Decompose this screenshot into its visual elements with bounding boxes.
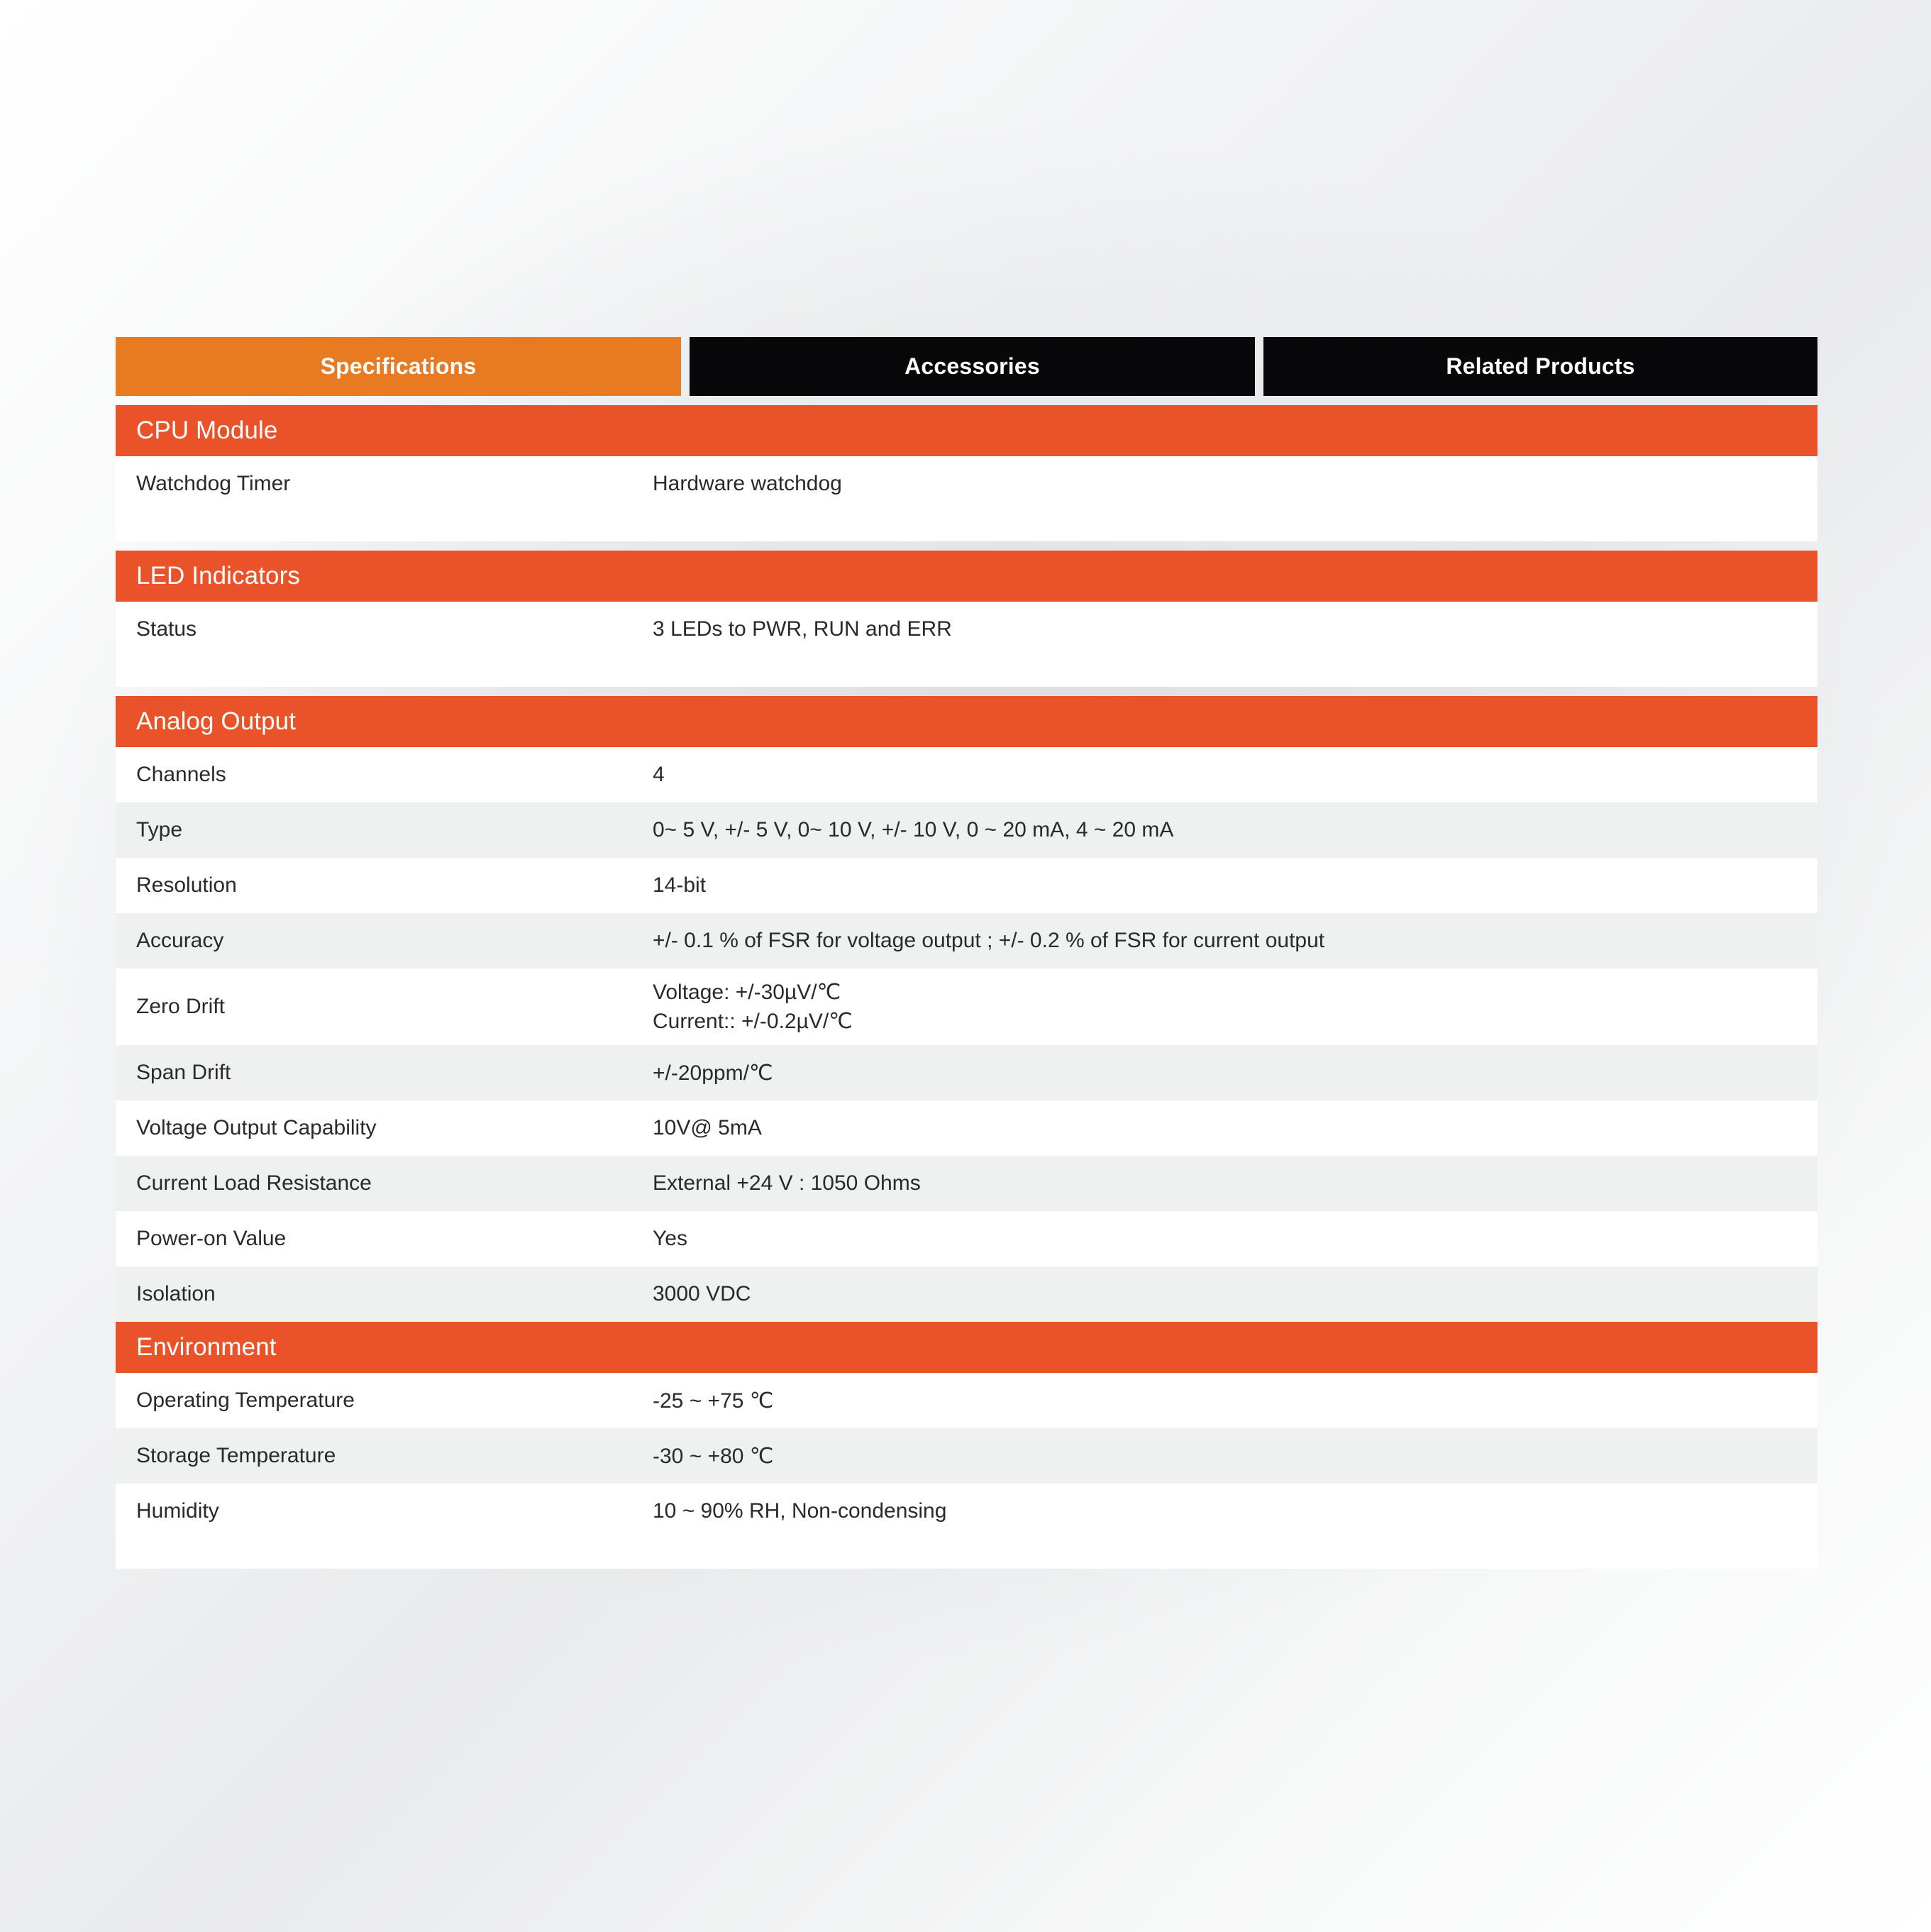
section-rows-led-indicators: Status 3 LEDs to PWR, RUN and ERR bbox=[116, 602, 1817, 687]
row-label: Storage Temperature bbox=[136, 1444, 336, 1467]
table-row: Storage Temperature -30 ~ +80 ℃ bbox=[116, 1428, 1817, 1484]
row-value: 3 LEDs to PWR, RUN and ERR bbox=[653, 617, 952, 641]
table-row: Power-on Value Yes bbox=[116, 1211, 1817, 1266]
row-label: Watchdog Timer bbox=[136, 472, 291, 495]
row-label: Zero Drift bbox=[136, 995, 226, 1018]
row-label: Accuracy bbox=[136, 929, 224, 952]
tab-bar: Specifications Accessories Related Produ… bbox=[116, 337, 1817, 396]
specifications-panel: Specifications Accessories Related Produ… bbox=[116, 337, 1817, 1569]
tab-related-products-label: Related Products bbox=[1446, 353, 1635, 379]
row-label: Resolution bbox=[136, 873, 237, 897]
section-title: Environment bbox=[136, 1333, 277, 1361]
row-label: Operating Temperature bbox=[136, 1389, 355, 1412]
row-value: 4 bbox=[653, 763, 665, 786]
row-label: Status bbox=[136, 617, 197, 641]
row-label: Type bbox=[136, 818, 183, 841]
section-rows-analog-output: Channels 4 Type 0~ 5 V, +/- 5 V, 0~ 10 V… bbox=[116, 747, 1817, 1322]
tab-accessories-label: Accessories bbox=[904, 353, 1040, 379]
row-value: Hardware watchdog bbox=[653, 472, 842, 495]
row-label: Voltage Output Capability bbox=[136, 1116, 377, 1139]
row-value: 10 ~ 90% RH, Non-condensing bbox=[653, 1499, 947, 1523]
table-row: Span Drift +/-20ppm/℃ bbox=[116, 1045, 1817, 1100]
row-value: 3000 VDC bbox=[653, 1282, 751, 1306]
table-row: Zero Drift Voltage: +/-30µV/℃ Current:: … bbox=[116, 968, 1817, 1045]
row-value: -25 ~ +75 ℃ bbox=[653, 1389, 774, 1413]
row-value: +/- 0.1 % of FSR for voltage output ; +/… bbox=[653, 929, 1325, 952]
table-row: Type 0~ 5 V, +/- 5 V, 0~ 10 V, +/- 10 V,… bbox=[116, 802, 1817, 858]
section-rows-environment: Operating Temperature -25 ~ +75 ℃ Storag… bbox=[116, 1373, 1817, 1569]
row-label: Channels bbox=[136, 763, 226, 786]
row-label: Isolation bbox=[136, 1282, 216, 1306]
row-label: Power-on Value bbox=[136, 1227, 287, 1250]
table-row: Accuracy +/- 0.1 % of FSR for voltage ou… bbox=[116, 913, 1817, 968]
table-row: Channels 4 bbox=[116, 747, 1817, 802]
table-row: Voltage Output Capability 10V@ 5mA bbox=[116, 1100, 1817, 1156]
section-title: CPU Module bbox=[136, 416, 278, 444]
row-label: Humidity bbox=[136, 1499, 219, 1523]
row-value: 0~ 5 V, +/- 5 V, 0~ 10 V, +/- 10 V, 0 ~ … bbox=[653, 818, 1174, 841]
section-header-environment: Environment bbox=[116, 1322, 1817, 1373]
tab-accessories[interactable]: Accessories bbox=[690, 337, 1255, 396]
row-value: 10V@ 5mA bbox=[653, 1116, 762, 1139]
table-row: Operating Temperature -25 ~ +75 ℃ bbox=[116, 1373, 1817, 1428]
row-value: Voltage: +/-30µV/℃ Current:: +/-0.2µV/℃ bbox=[653, 978, 1817, 1037]
section-bottom-spacer bbox=[116, 657, 1817, 687]
page-root: Specifications Accessories Related Produ… bbox=[0, 0, 1931, 1932]
section-header-analog-output: Analog Output bbox=[116, 696, 1817, 747]
section-bottom-spacer bbox=[116, 1539, 1817, 1569]
row-label: Span Drift bbox=[136, 1061, 231, 1084]
tab-related-products[interactable]: Related Products bbox=[1263, 337, 1817, 396]
table-row: Isolation 3000 VDC bbox=[116, 1266, 1817, 1322]
table-row: Status 3 LEDs to PWR, RUN and ERR bbox=[116, 602, 1817, 657]
section-header-cpu-module: CPU Module bbox=[116, 405, 1817, 456]
tab-specifications-label: Specifications bbox=[320, 353, 477, 379]
table-row: Current Load Resistance External +24 V :… bbox=[116, 1156, 1817, 1211]
row-value-line-2: Current:: +/-0.2µV/℃ bbox=[653, 1010, 853, 1033]
section-title: Analog Output bbox=[136, 707, 297, 735]
section-header-led-indicators: LED Indicators bbox=[116, 551, 1817, 602]
table-row: Resolution 14-bit bbox=[116, 858, 1817, 913]
section-rows-cpu-module: Watchdog Timer Hardware watchdog bbox=[116, 456, 1817, 541]
row-value: External +24 V : 1050 Ohms bbox=[653, 1171, 921, 1195]
tab-specifications[interactable]: Specifications bbox=[116, 337, 681, 396]
row-value: +/-20ppm/℃ bbox=[653, 1061, 773, 1085]
row-label: Current Load Resistance bbox=[136, 1171, 372, 1195]
section-bottom-spacer bbox=[116, 512, 1817, 541]
table-row: Watchdog Timer Hardware watchdog bbox=[116, 456, 1817, 512]
section-title: LED Indicators bbox=[136, 562, 300, 590]
row-value-line-1: Voltage: +/-30µV/℃ bbox=[653, 980, 841, 1004]
row-value: 14-bit bbox=[653, 873, 707, 897]
row-value: -30 ~ +80 ℃ bbox=[653, 1444, 774, 1468]
table-row: Humidity 10 ~ 90% RH, Non-condensing bbox=[116, 1484, 1817, 1539]
row-value: Yes bbox=[653, 1227, 687, 1250]
